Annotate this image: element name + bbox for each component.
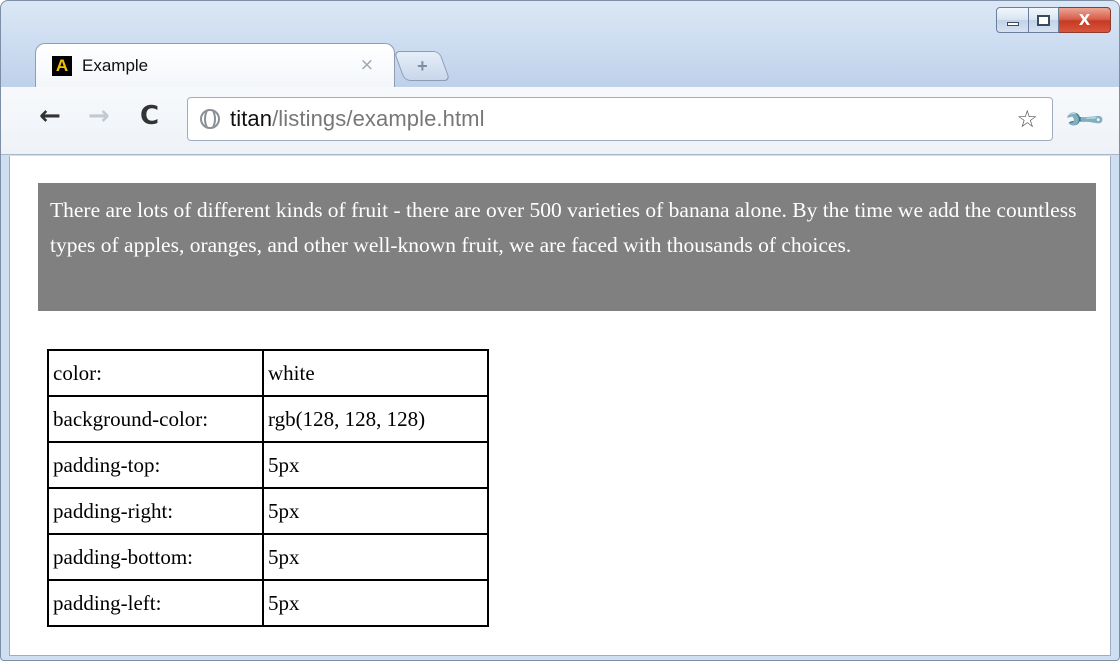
new-tab-button[interactable]: + [393, 51, 451, 81]
wrench-icon[interactable]: 🔧 [1063, 98, 1107, 142]
table-row: background-color: rgb(128, 128, 128) [47, 395, 489, 443]
browser-toolbar: ← → C titan/listings/example.html ☆ 🔧 [1, 87, 1119, 155]
property-name-cell: padding-right: [47, 487, 264, 535]
property-name-cell: padding-bottom: [47, 533, 264, 581]
property-value-cell: white [262, 349, 489, 397]
property-value-cell: 5px [262, 579, 489, 627]
fruit-paragraph: There are lots of different kinds of fru… [38, 183, 1096, 311]
reload-icon[interactable]: C [140, 103, 159, 129]
property-name-cell: background-color: [47, 395, 264, 443]
favicon-icon: A [52, 55, 72, 76]
url-path: /listings/example.html [272, 106, 485, 131]
property-value-cell: rgb(128, 128, 128) [262, 395, 489, 443]
table-row: padding-bottom: 5px [47, 533, 489, 581]
forward-arrow-icon[interactable]: → [88, 103, 110, 129]
close-icon: X [1078, 11, 1091, 29]
table-row: color: white [47, 349, 489, 397]
page-content: There are lots of different kinds of fru… [9, 156, 1111, 656]
minimize-button[interactable] [996, 7, 1029, 33]
table-row: padding-left: 5px [47, 579, 489, 627]
tab-example[interactable]: A Example × [35, 43, 395, 87]
bookmark-star-icon[interactable]: ☆ [1016, 105, 1038, 133]
property-name-cell: color: [47, 349, 264, 397]
browser-window: X A Example × + ← → C titan/listings/exa… [0, 0, 1120, 661]
maximize-button[interactable] [1029, 7, 1059, 33]
url-host: titan [230, 106, 273, 131]
property-value-cell: 5px [262, 487, 489, 535]
property-value-cell: 5px [262, 441, 489, 489]
close-window-button[interactable]: X [1059, 7, 1111, 33]
minimize-icon [1006, 22, 1019, 26]
window-controls: X [996, 7, 1111, 33]
property-value-cell: 5px [262, 533, 489, 581]
property-name-cell: padding-left: [47, 579, 264, 627]
plus-icon: + [416, 55, 428, 76]
back-arrow-icon[interactable]: ← [39, 103, 61, 129]
table-row: padding-top: 5px [47, 441, 489, 489]
property-name-cell: padding-top: [47, 441, 264, 489]
tab-title: Example [82, 55, 149, 75]
tab-close-icon[interactable]: × [360, 55, 374, 75]
css-properties-table: color: white background-color: rgb(128, 128… [47, 349, 489, 627]
globe-icon [200, 109, 220, 129]
table-row: padding-right: 5px [47, 487, 489, 535]
address-bar[interactable]: titan/listings/example.html ☆ [187, 97, 1053, 141]
maximize-icon [1037, 14, 1050, 26]
url-text[interactable]: titan/listings/example.html [230, 106, 485, 132]
